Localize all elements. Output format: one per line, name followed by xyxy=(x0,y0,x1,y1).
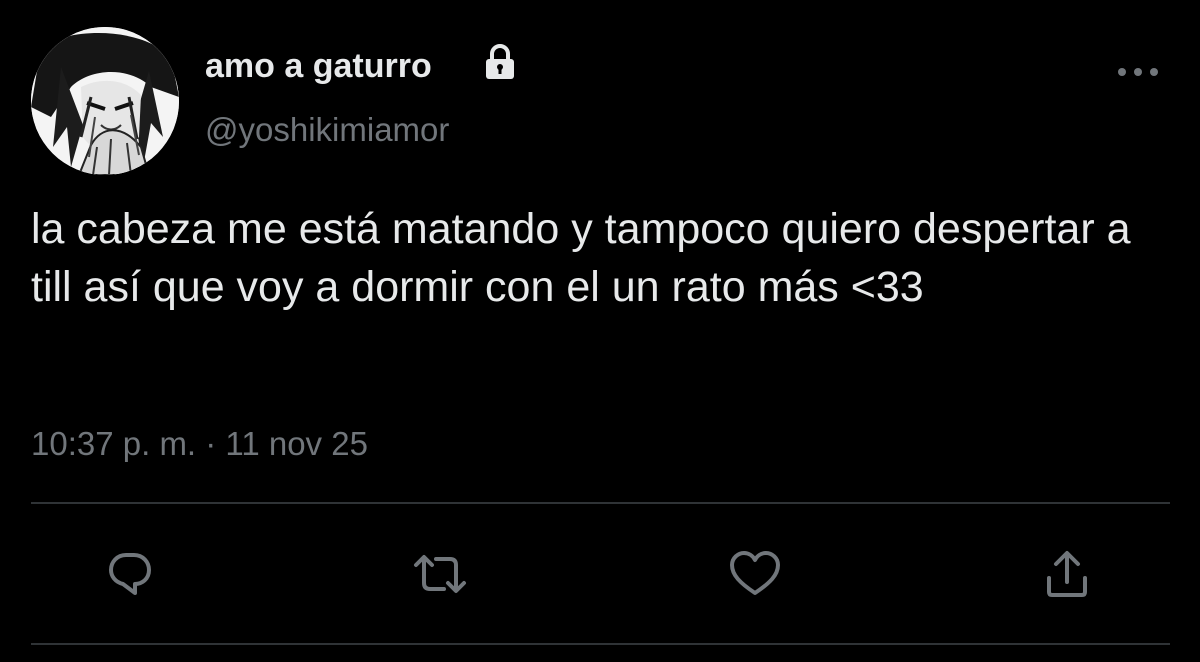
tweet-timestamp[interactable]: 10:37 p. m. · 11 nov 25 xyxy=(31,424,368,464)
share-icon xyxy=(1047,551,1087,597)
user-handle[interactable]: @yoshikimiamor xyxy=(205,110,449,150)
reply-icon xyxy=(109,553,151,595)
lock-icon xyxy=(486,44,514,79)
divider xyxy=(31,643,1170,645)
avatar[interactable] xyxy=(31,27,179,175)
like-button[interactable] xyxy=(727,546,783,602)
divider xyxy=(31,502,1170,504)
retweet-icon xyxy=(414,555,466,593)
retweet-button[interactable] xyxy=(412,546,468,602)
display-name[interactable]: amo a gaturro xyxy=(205,46,432,86)
reply-button[interactable] xyxy=(102,546,158,602)
share-button[interactable] xyxy=(1039,546,1095,602)
more-options-icon[interactable] xyxy=(1114,60,1162,84)
heart-icon xyxy=(730,551,780,595)
user-avatar-icon xyxy=(31,27,179,175)
tweet-text: la cabeza me está matando y tampoco quie… xyxy=(31,205,1131,311)
